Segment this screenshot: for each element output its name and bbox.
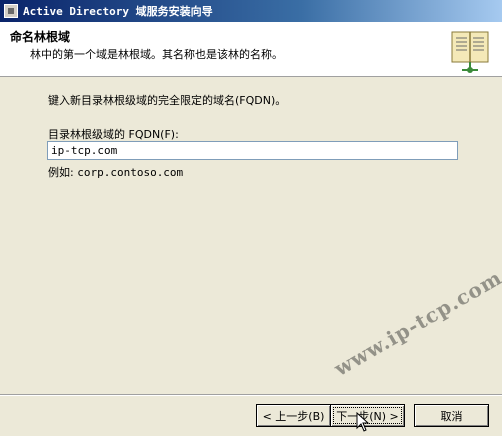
watermark: www.ip-tcp.com bbox=[330, 265, 502, 381]
page-title: 命名林根域 bbox=[10, 30, 71, 44]
book-icon bbox=[451, 31, 489, 73]
example-value: corp.contoso.com bbox=[77, 166, 184, 179]
fqdn-input[interactable] bbox=[47, 141, 458, 160]
example-hint: 例如: corp.contoso.com bbox=[48, 164, 183, 180]
example-label: 例如: bbox=[48, 166, 74, 179]
fqdn-label: 目录林根级域的 FQDN(F): bbox=[48, 128, 179, 141]
back-button[interactable]: < 上一步(B) bbox=[256, 404, 331, 427]
window-icon bbox=[4, 4, 18, 18]
wizard-header: 命名林根域 林中的第一个域是林根域。其名称也是该林的名称。 bbox=[0, 22, 502, 77]
cancel-button[interactable]: 取消 bbox=[414, 404, 489, 427]
page-subtitle: 林中的第一个域是林根域。其名称也是该林的名称。 bbox=[30, 48, 283, 61]
title-bar: Active Directory 域服务安装向导 bbox=[0, 0, 502, 22]
mouse-cursor-icon bbox=[356, 412, 370, 432]
footer-separator bbox=[0, 394, 502, 396]
fqdn-prompt: 键入新目录林根级域的完全限定的域名(FQDN)。 bbox=[48, 94, 287, 107]
window-title: Active Directory 域服务安装向导 bbox=[23, 5, 213, 18]
